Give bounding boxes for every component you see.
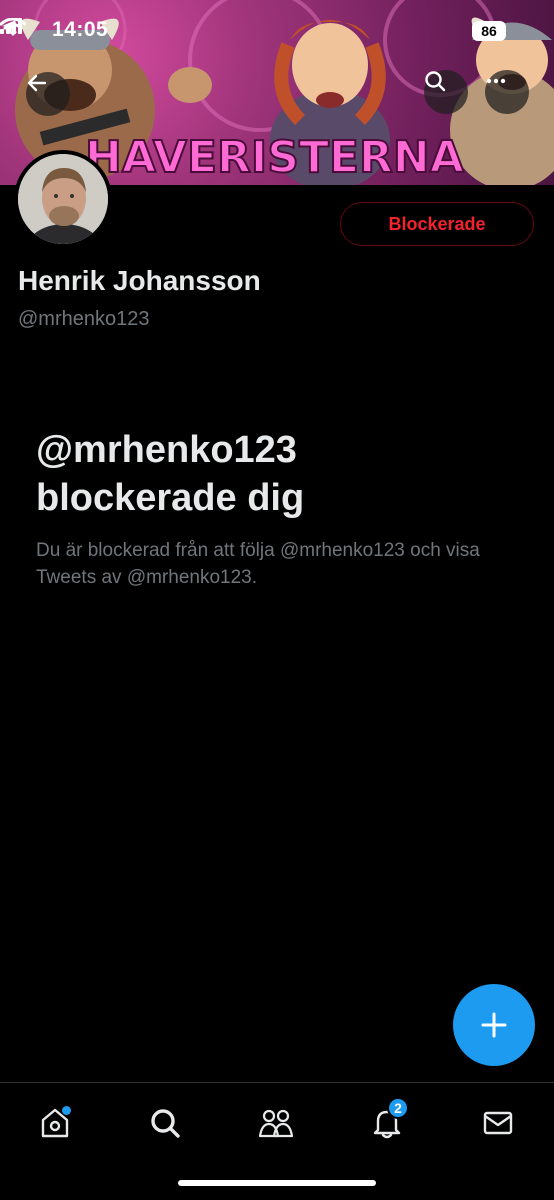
- blocked-button[interactable]: Blockerade: [340, 202, 534, 246]
- avatar[interactable]: [14, 150, 112, 248]
- mail-icon: [483, 1111, 513, 1135]
- home-notification-dot: [62, 1106, 71, 1115]
- notification-badge: 2: [387, 1097, 409, 1119]
- compose-tweet-button[interactable]: [453, 984, 535, 1066]
- back-button[interactable]: [26, 72, 70, 116]
- arrow-left-icon: [27, 74, 47, 92]
- people-icon: [258, 1109, 294, 1138]
- status-bar: 14:05 86: [0, 18, 554, 48]
- banner-title: HAVERISTERNA: [85, 132, 464, 183]
- plus-icon: [481, 1012, 507, 1038]
- tab-home[interactable]: [33, 1103, 77, 1143]
- tab-notifications[interactable]: 2: [365, 1097, 409, 1143]
- profile-display-name: Henrik Johansson: [18, 265, 261, 296]
- search-icon: [151, 1109, 180, 1138]
- wifi-icon: [0, 18, 26, 36]
- status-time: 14:05: [52, 18, 109, 41]
- tab-messages[interactable]: [476, 1103, 520, 1143]
- more-horizontal-icon: [486, 78, 506, 84]
- battery-indicator: 86: [472, 21, 506, 41]
- more-options-button[interactable]: [485, 70, 529, 114]
- home-indicator[interactable]: [178, 1180, 376, 1186]
- profile-handle: @mrhenko123: [18, 308, 150, 330]
- tab-communities[interactable]: [254, 1103, 298, 1143]
- profile-search-button[interactable]: [424, 70, 468, 114]
- search-icon: [425, 71, 446, 92]
- avatar-photo: [18, 154, 108, 244]
- blocked-notice-description: Du är blockerad från att följa @mrhenko1…: [36, 540, 480, 588]
- blocked-notice-title: @mrhenko123 blockerade dig: [36, 429, 305, 519]
- tab-search[interactable]: [143, 1103, 187, 1143]
